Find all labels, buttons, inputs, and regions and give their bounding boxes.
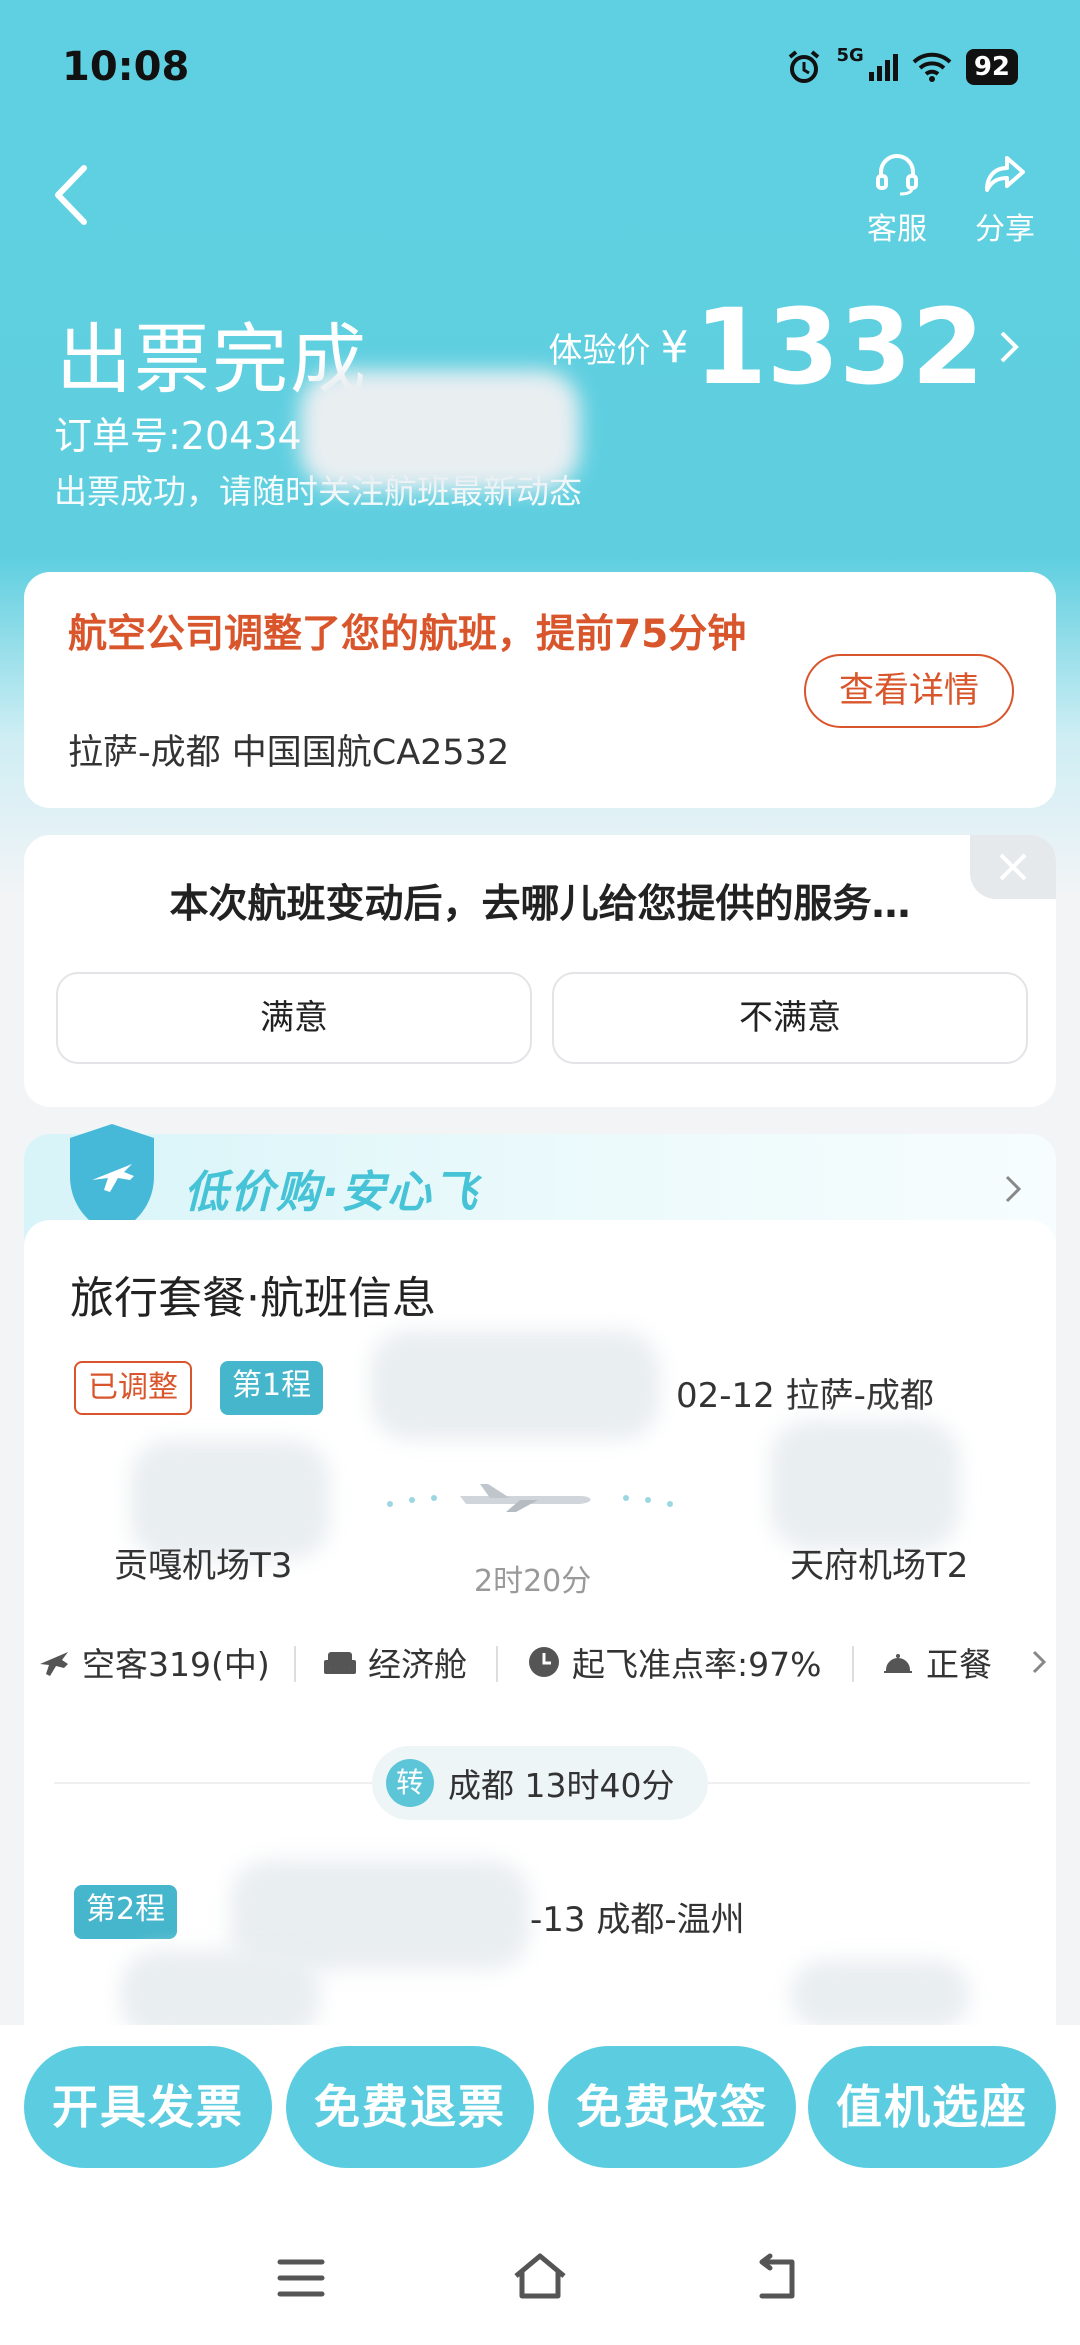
- invoice-button[interactable]: 开具发票: [24, 2046, 272, 2168]
- price-display[interactable]: 体验价 ¥ 1332: [549, 295, 1020, 399]
- leg2-tag[interactable]: 第2程: [74, 1885, 178, 1939]
- adjusted-tag: 已调整: [74, 1361, 192, 1415]
- share-button[interactable]: 分享: [960, 150, 1050, 248]
- alert-title: 航空公司调整了您的航班，提前75分钟: [68, 612, 747, 657]
- home-icon[interactable]: [510, 2250, 570, 2302]
- departure-airport: 贡嘎机场T3: [114, 1546, 293, 1586]
- back-nav-icon[interactable]: [750, 2252, 806, 2302]
- survey-card: 本次航班变动后，去哪儿给您提供的服务… 满意 不满意: [24, 835, 1056, 1107]
- view-details-button[interactable]: 查看详情: [804, 654, 1014, 728]
- flight-duration: 2时20分: [474, 1564, 592, 1599]
- on-time-label: 起飞准点率:97%: [572, 1645, 822, 1684]
- satisfied-button[interactable]: 满意: [56, 972, 532, 1064]
- share-icon: [985, 156, 1025, 192]
- on-time-info: 起飞准点率:97%: [526, 1638, 821, 1686]
- menu-icon[interactable]: [276, 2256, 326, 2300]
- close-icon: [999, 853, 1027, 881]
- status-time: 10:08: [62, 44, 190, 90]
- banner-text: 低价购·安心飞: [184, 1167, 479, 1218]
- chevron-right-icon[interactable]: [1032, 1650, 1046, 1674]
- leg1-date-route: 02-12 拉萨-成都: [676, 1376, 934, 1416]
- cabin-info: 经济舱: [322, 1638, 467, 1686]
- airplane-icon: [387, 1484, 673, 1512]
- customer-service-label: 客服: [867, 212, 927, 247]
- aircraft-label: 空客319(中): [82, 1645, 270, 1684]
- back-arrow-icon[interactable]: [46, 160, 96, 230]
- currency-symbol: ¥: [660, 321, 689, 373]
- flight-change-alert: 航空公司调整了您的航班，提前75分钟 拉萨-成都 中国国航CA2532 查看详情: [24, 572, 1056, 808]
- change-button[interactable]: 免费改签: [548, 2046, 796, 2168]
- meal-info: 正餐: [880, 1638, 992, 1686]
- alarm-icon: [788, 50, 819, 83]
- network-label: 5G: [836, 44, 864, 66]
- section-title: 旅行套餐·航班信息: [70, 1273, 436, 1324]
- refund-button[interactable]: 免费退票: [286, 2046, 534, 2168]
- aircraft-info: 空客319(中): [36, 1638, 270, 1686]
- privacy-blur: [770, 1420, 960, 1550]
- battery-icon: 92: [965, 49, 1018, 85]
- price-value: 1332: [694, 286, 984, 408]
- meal-bell-icon: [884, 1654, 912, 1673]
- meal-label: 正餐: [926, 1645, 992, 1684]
- order-number: 订单号:20434: [54, 414, 302, 458]
- chevron-right-icon: [1000, 331, 1019, 363]
- chevron-right-icon: [1005, 1175, 1022, 1203]
- unsatisfied-button[interactable]: 不满意: [552, 972, 1028, 1064]
- leg2-date-route: -13 成都-温州: [530, 1900, 745, 1940]
- share-label: 分享: [975, 212, 1035, 247]
- seat-icon: [324, 1652, 356, 1674]
- checkin-button[interactable]: 值机选座: [808, 2046, 1056, 2168]
- leg1-tag[interactable]: 第1程: [220, 1361, 324, 1415]
- customer-service-button[interactable]: 客服: [852, 150, 942, 248]
- status-bar: 10:08 5G 92: [0, 0, 1080, 140]
- transfer-badge: 转: [386, 1759, 434, 1807]
- privacy-blur: [370, 1330, 660, 1440]
- privacy-blur: [300, 370, 580, 490]
- survey-close-button[interactable]: [970, 835, 1056, 899]
- privacy-blur: [790, 1960, 970, 2030]
- price-label: 体验价: [548, 330, 651, 371]
- survey-question: 本次航班变动后，去哪儿给您提供的服务…: [169, 882, 911, 927]
- transfer-info: 转 成都 13时40分: [372, 1746, 708, 1820]
- cabin-label: 经济舱: [368, 1645, 467, 1684]
- headset-icon: [876, 154, 918, 196]
- signal-icon: [868, 54, 898, 81]
- arrival-airport: 天府机场T2: [790, 1546, 969, 1586]
- transfer-text: 成都 13时40分: [448, 1766, 675, 1805]
- alert-route: 拉萨-成都 中国国航CA2532: [68, 733, 510, 773]
- plane-icon: [40, 1652, 68, 1676]
- clock-icon: [529, 1647, 559, 1677]
- wifi-icon: [912, 52, 952, 82]
